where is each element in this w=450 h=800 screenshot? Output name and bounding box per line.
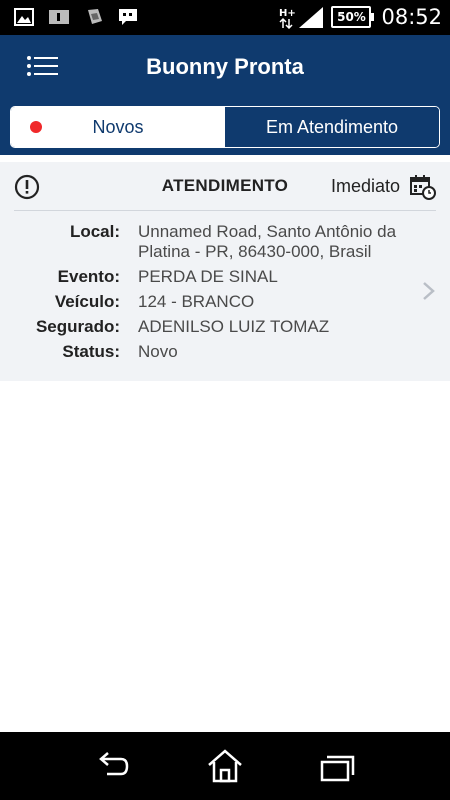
- calendar-clock-icon: [410, 175, 436, 200]
- field-value: Unnamed Road, Santo Antônio da Platina -…: [138, 222, 397, 261]
- svg-text:H+: H+: [279, 8, 296, 19]
- signal-icon: H+: [279, 7, 324, 29]
- message-icon: [119, 9, 137, 25]
- atendimento-card[interactable]: ATENDIMENTO Imediato Local: Unnamed Road…: [0, 162, 450, 381]
- system-nav-bar: [0, 732, 450, 800]
- home-icon: [208, 749, 242, 783]
- divider: [14, 210, 436, 211]
- priority-label: Imediato: [330, 176, 400, 196]
- detail-row-segurado: Segurado: ADENILSO LUIZ TOMAZ: [0, 317, 450, 337]
- detail-row-veiculo: Veículo: 124 - BRANCO: [0, 292, 450, 312]
- tab-label: Em Atendimento: [265, 116, 399, 137]
- field-label: Status:: [62, 342, 120, 361]
- detail-row-status: Status: Novo: [0, 342, 450, 362]
- card-details: Local: Unnamed Road, Santo Antônio da Pl…: [0, 222, 450, 362]
- chevron-right-icon: [423, 282, 435, 300]
- recents-icon: [320, 755, 355, 782]
- sim-icon: [88, 9, 102, 24]
- field-label: Evento:: [57, 267, 120, 286]
- tab-bar: Novos Em Atendimento: [10, 106, 440, 148]
- info-card-icon: [49, 10, 69, 24]
- tab-label: Novos: [92, 116, 144, 137]
- detail-row-evento: Evento: PERDA DE SINAL: [0, 267, 450, 287]
- image-icon: [14, 8, 34, 26]
- new-indicator-dot: [30, 121, 42, 133]
- field-label: Segurado:: [35, 317, 120, 336]
- field-value: 124 - BRANCO: [138, 292, 255, 311]
- notification-icons: [14, 8, 138, 26]
- system-status: H+ 50% 08:52: [279, 5, 442, 29]
- home-button[interactable]: [205, 748, 245, 784]
- tab-em-atendimento[interactable]: Em Atendimento: [225, 107, 439, 147]
- back-icon: [99, 752, 129, 776]
- status-bar: H+ 50% 08:52: [0, 0, 450, 35]
- field-value: PERDA DE SINAL: [138, 267, 278, 286]
- card-header: ATENDIMENTO Imediato: [14, 162, 436, 210]
- clock: 08:52: [381, 5, 442, 29]
- field-value: ADENILSO LUIZ TOMAZ: [138, 317, 330, 336]
- tab-novos[interactable]: Novos: [11, 107, 225, 147]
- detail-row-local: Local: Unnamed Road, Santo Antônio da Pl…: [0, 222, 450, 262]
- app-bar: Buonny Pronta Novos Em Atendimento: [0, 35, 450, 155]
- recents-button[interactable]: [318, 748, 358, 784]
- battery-indicator: 50%: [331, 6, 375, 28]
- field-value: Novo: [138, 342, 178, 361]
- app-title: Buonny Pronta: [146, 54, 304, 79]
- back-button[interactable]: [93, 748, 133, 784]
- field-label: Veículo:: [54, 292, 120, 311]
- field-label: Local:: [69, 222, 120, 241]
